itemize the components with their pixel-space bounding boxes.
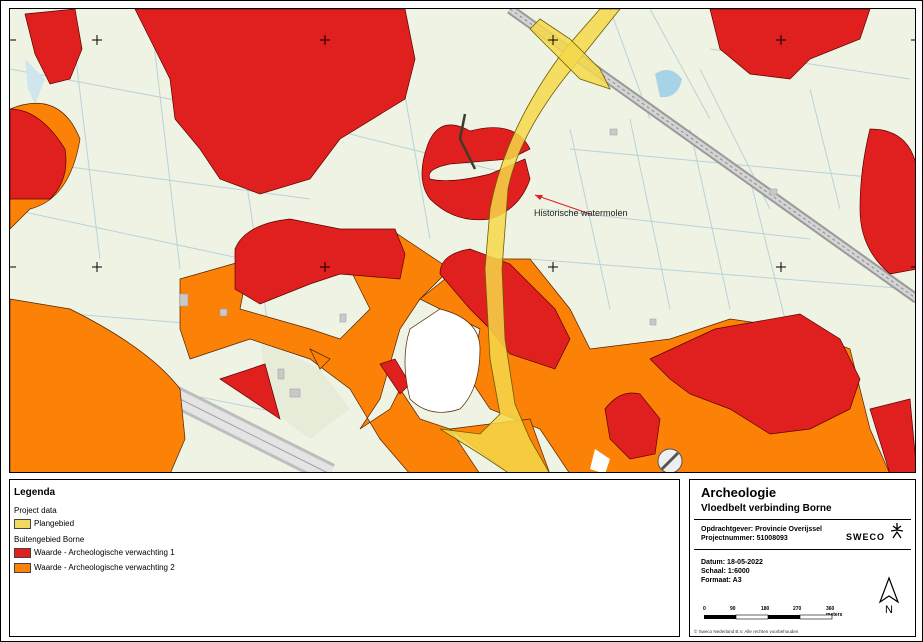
legend-swatch-plangebied	[14, 519, 31, 529]
map-view[interactable]: Historische watermolen	[9, 8, 916, 473]
legend-panel: Legenda Project data Plangebied Buitenge…	[9, 479, 680, 637]
legend-label-value-2: Waarde - Archeologische verwachting 2	[34, 563, 175, 572]
north-arrow-icon: N	[878, 576, 900, 616]
scale-text: Schaal: 1:6000	[701, 568, 750, 575]
sweco-logo-text: SWECO	[846, 532, 886, 542]
legend-section-heading: Project data	[14, 506, 57, 515]
annotation-historische-watermolen: Historische watermolen	[534, 208, 628, 218]
title-divider	[694, 519, 911, 520]
scale-tick: 0	[703, 606, 706, 612]
clearing	[404, 308, 481, 413]
info-divider	[694, 549, 911, 550]
format-text: Formaat: A3	[701, 577, 742, 584]
sweco-logo-icon	[890, 523, 904, 539]
map-canvas	[10, 9, 915, 472]
legend-title: Legenda	[14, 487, 56, 498]
scale-tick: 90	[730, 606, 736, 612]
date-text: Datum: 18-05-2022	[701, 559, 763, 566]
project-number-text: Projectnummer: 51008093	[701, 535, 788, 542]
legend-label-value-1: Waarde - Archeologische verwachting 1	[34, 548, 175, 557]
scale-bar-graphic	[704, 614, 833, 620]
scale-tick: 180	[761, 606, 770, 612]
north-label: N	[885, 604, 893, 616]
legend-section-heading: Buitengebied Borne	[14, 535, 85, 544]
client-text: Opdrachtgever: Provincie Overijssel	[701, 526, 822, 533]
scale-tick: 270	[793, 606, 802, 612]
legend-label-plangebied: Plangebied	[34, 519, 75, 528]
copyright-text: © Sweco Nederland B.V. Alle rechten voor…	[694, 629, 799, 634]
map-title: Archeologie	[701, 485, 777, 500]
title-block: Archeologie Vloedbelt verbinding Borne O…	[689, 479, 916, 637]
legend-swatch-value-2	[14, 563, 31, 573]
legend-swatch-value-1	[14, 548, 31, 558]
map-subtitle: Vloedbelt verbinding Borne	[701, 503, 832, 514]
